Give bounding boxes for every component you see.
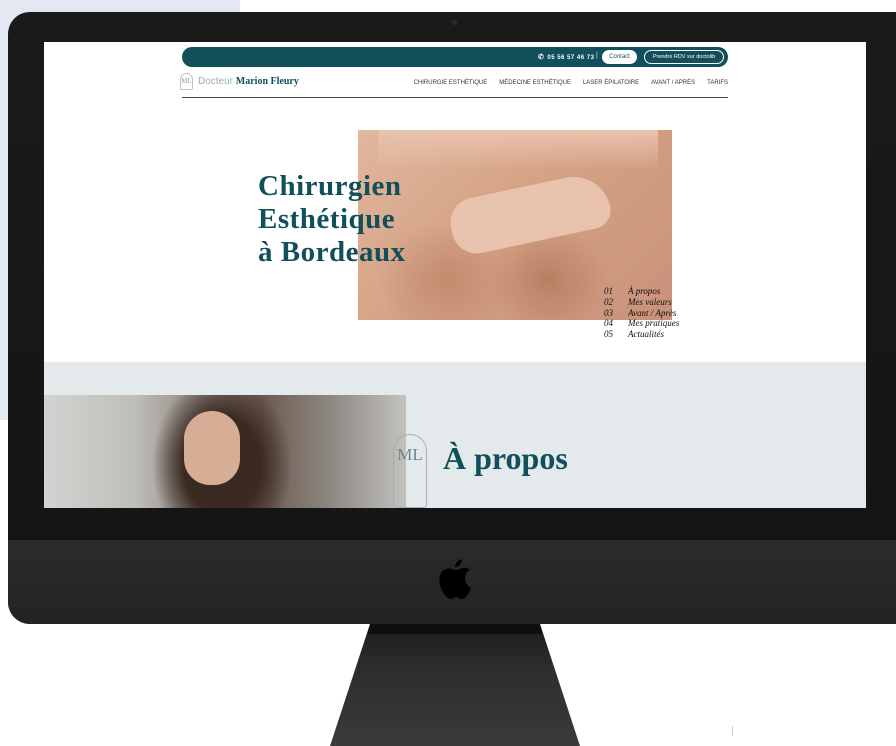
contact-button[interactable]: Contact bbox=[602, 50, 637, 64]
monitor-stand bbox=[330, 624, 580, 746]
section-list: 01 À propos 02 Mes valeurs 03 Avant / Après… bbox=[604, 286, 679, 340]
nav-item-laser[interactable]: LASER ÉPILATOIRE bbox=[583, 80, 639, 86]
hero-image-shading bbox=[378, 130, 658, 170]
about-title: À propos bbox=[443, 440, 568, 476]
section-link-avant-apres[interactable]: 03 Avant / Après bbox=[604, 308, 679, 319]
hero-image-hand bbox=[445, 169, 615, 259]
website-screen: ✆ 05 56 57 46 73 | Contact Prendre RDV su… bbox=[44, 42, 866, 508]
site-logo[interactable]: Docteur Marion Fleury bbox=[198, 76, 299, 87]
hero-title-line-2: Esthétique bbox=[258, 203, 396, 235]
section-link-pratiques[interactable]: 04 Mes pratiques bbox=[604, 318, 679, 329]
nav-item-avant-apres[interactable]: AVANT / APRÈS bbox=[651, 80, 695, 86]
apple-logo-icon bbox=[439, 559, 471, 599]
logo-prefix: Docteur bbox=[198, 76, 234, 87]
doctolib-button[interactable]: Prendre RDV sur doctolib bbox=[644, 50, 724, 64]
hero-title: Chirurgien Esthétique à Bordeaux bbox=[258, 170, 406, 269]
section-link-valeurs[interactable]: 02 Mes valeurs bbox=[604, 297, 679, 308]
nav-links: CHIRURGIE ESTHÉTIQUE MÉDECINE ESTHÉTIQUE… bbox=[414, 80, 728, 86]
camera-icon bbox=[452, 20, 457, 25]
phone-icon: ✆ bbox=[538, 54, 545, 61]
phone-number[interactable]: ✆ 05 56 57 46 73 bbox=[538, 53, 594, 61]
hero-title-line-3: à Bordeaux bbox=[258, 236, 406, 268]
section-link-a-propos[interactable]: 01 À propos bbox=[604, 286, 679, 297]
nav-item-tarifs[interactable]: TARIFS bbox=[707, 80, 728, 86]
logo-name: Marion Fleury bbox=[235, 76, 299, 87]
main-nav: ML Docteur Marion Fleury CHIRURGIE ESTHÉ… bbox=[180, 70, 728, 98]
logo-mark-icon[interactable]: ML bbox=[180, 73, 193, 90]
nav-item-medecine[interactable]: MÉDECINE ESTHÉTIQUE bbox=[499, 80, 571, 86]
phone-text: 05 56 57 46 73 bbox=[547, 55, 595, 61]
about-logo-mark-icon: ML bbox=[393, 434, 427, 508]
doctor-photo bbox=[44, 395, 406, 508]
nav-item-chirurgie[interactable]: CHIRURGIE ESTHÉTIQUE bbox=[414, 80, 488, 86]
hero-title-line-1: Chirurgien bbox=[258, 170, 402, 202]
divider bbox=[732, 726, 733, 736]
doctor-photo-face bbox=[184, 411, 240, 485]
top-bar: ✆ 05 56 57 46 73 | Contact Prendre RDV su… bbox=[182, 47, 728, 67]
topbar-separator: | bbox=[596, 52, 598, 59]
section-link-actualites[interactable]: 05 Actualités bbox=[604, 329, 679, 340]
